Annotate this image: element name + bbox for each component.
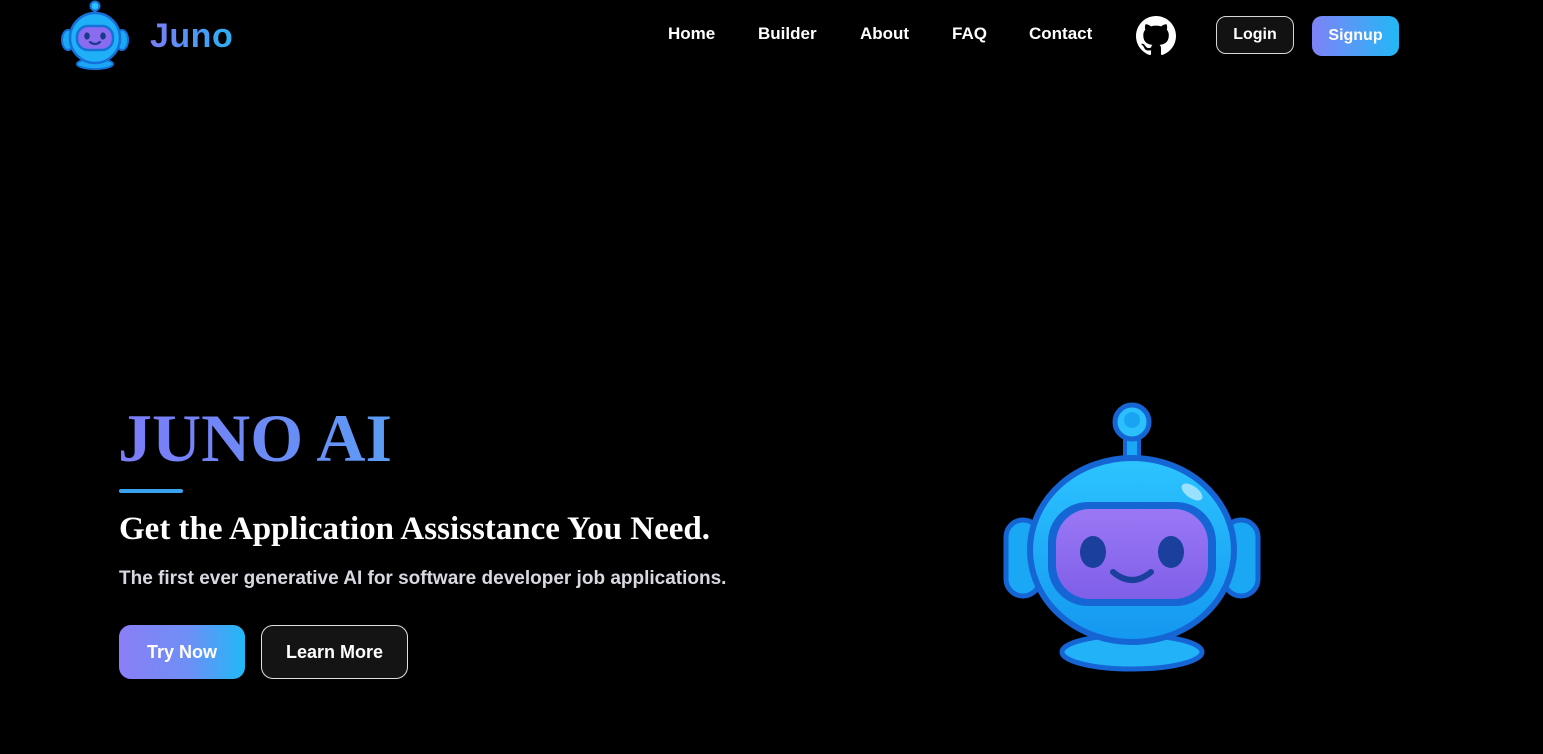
nav-home[interactable]: Home bbox=[668, 24, 715, 44]
robot-icon bbox=[61, 0, 129, 70]
hero-title: JUNO AI bbox=[118, 400, 392, 476]
login-button[interactable]: Login bbox=[1216, 16, 1294, 54]
brand-name: Juno bbox=[150, 16, 234, 55]
try-now-button[interactable]: Try Now bbox=[119, 625, 245, 679]
hero-subtitle: Get the Application Assisstance You Need… bbox=[119, 511, 710, 547]
github-icon[interactable] bbox=[1136, 16, 1176, 56]
robot-mascot-icon bbox=[1003, 402, 1261, 672]
nav-contact[interactable]: Contact bbox=[1029, 24, 1092, 44]
signup-button[interactable]: Signup bbox=[1312, 16, 1399, 56]
landing-page: Juno Home Builder About FAQ Contact Logi… bbox=[0, 0, 1543, 754]
nav-builder[interactable]: Builder bbox=[758, 24, 817, 44]
title-underline bbox=[119, 489, 183, 493]
brand-logo[interactable]: Juno bbox=[60, 0, 233, 72]
hero-description: The first ever generative AI for softwar… bbox=[119, 568, 727, 589]
nav-about[interactable]: About bbox=[860, 24, 909, 44]
learn-more-button[interactable]: Learn More bbox=[261, 625, 408, 679]
nav-faq[interactable]: FAQ bbox=[952, 24, 987, 44]
